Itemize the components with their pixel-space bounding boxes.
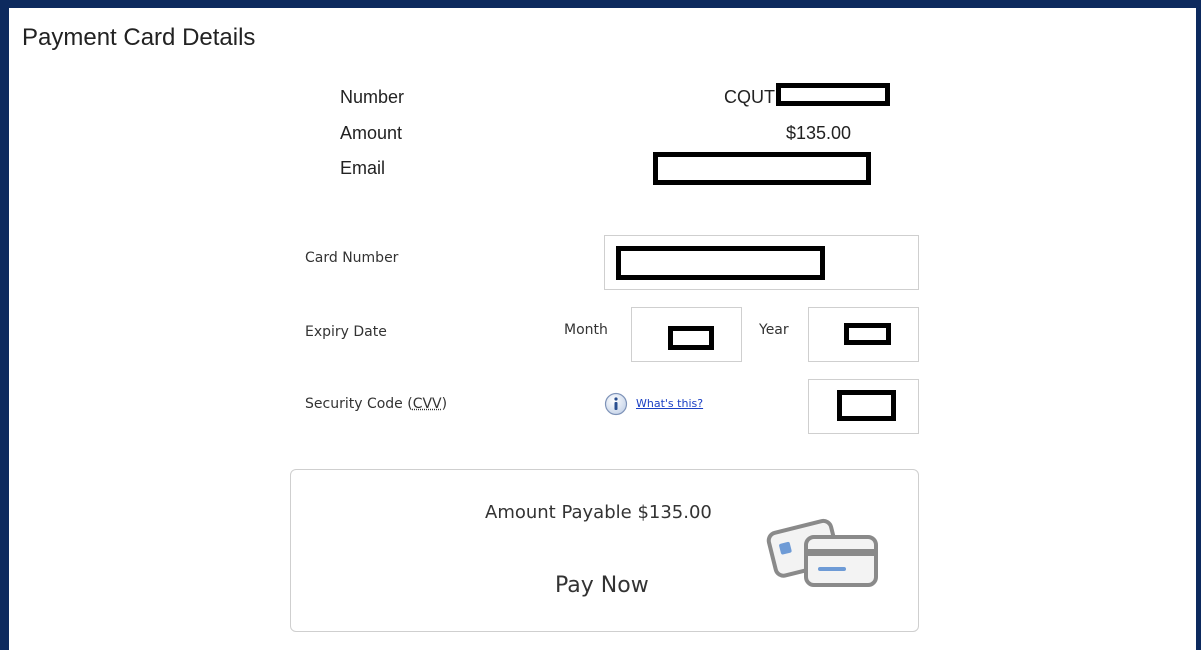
cvv-input[interactable] [808, 379, 919, 434]
month-label: Month [564, 322, 608, 338]
number-value-prefix: CQUT [724, 87, 775, 107]
email-redaction [653, 152, 871, 185]
expiry-date-label: Expiry Date [305, 324, 387, 340]
month-redaction [668, 326, 714, 350]
info-icon[interactable] [604, 392, 628, 416]
year-label: Year [759, 322, 789, 338]
card-number-label: Card Number [305, 250, 399, 266]
pay-now-button[interactable]: Pay Now [555, 573, 649, 598]
credit-cards-icon [766, 518, 878, 587]
number-label: Number [340, 87, 405, 107]
whats-this-link[interactable]: What's this? [636, 397, 703, 410]
page-title: Payment Card Details [22, 24, 256, 51]
year-redaction [844, 323, 891, 345]
security-code-label: Security Code (CVV) [305, 396, 448, 412]
amount-value: $135.00 [786, 123, 852, 143]
expiry-month-input[interactable] [631, 307, 742, 362]
number-redaction [776, 83, 890, 106]
card-number-input[interactable] [604, 235, 919, 290]
cvv-redaction [837, 390, 896, 421]
card-number-redaction [616, 246, 825, 280]
expiry-year-input[interactable] [808, 307, 919, 362]
email-label: Email [340, 158, 386, 178]
amount-label: Amount [340, 123, 403, 143]
cvv-abbr: CVV [412, 396, 442, 412]
amount-payable: Amount Payable $135.00 [485, 502, 712, 523]
